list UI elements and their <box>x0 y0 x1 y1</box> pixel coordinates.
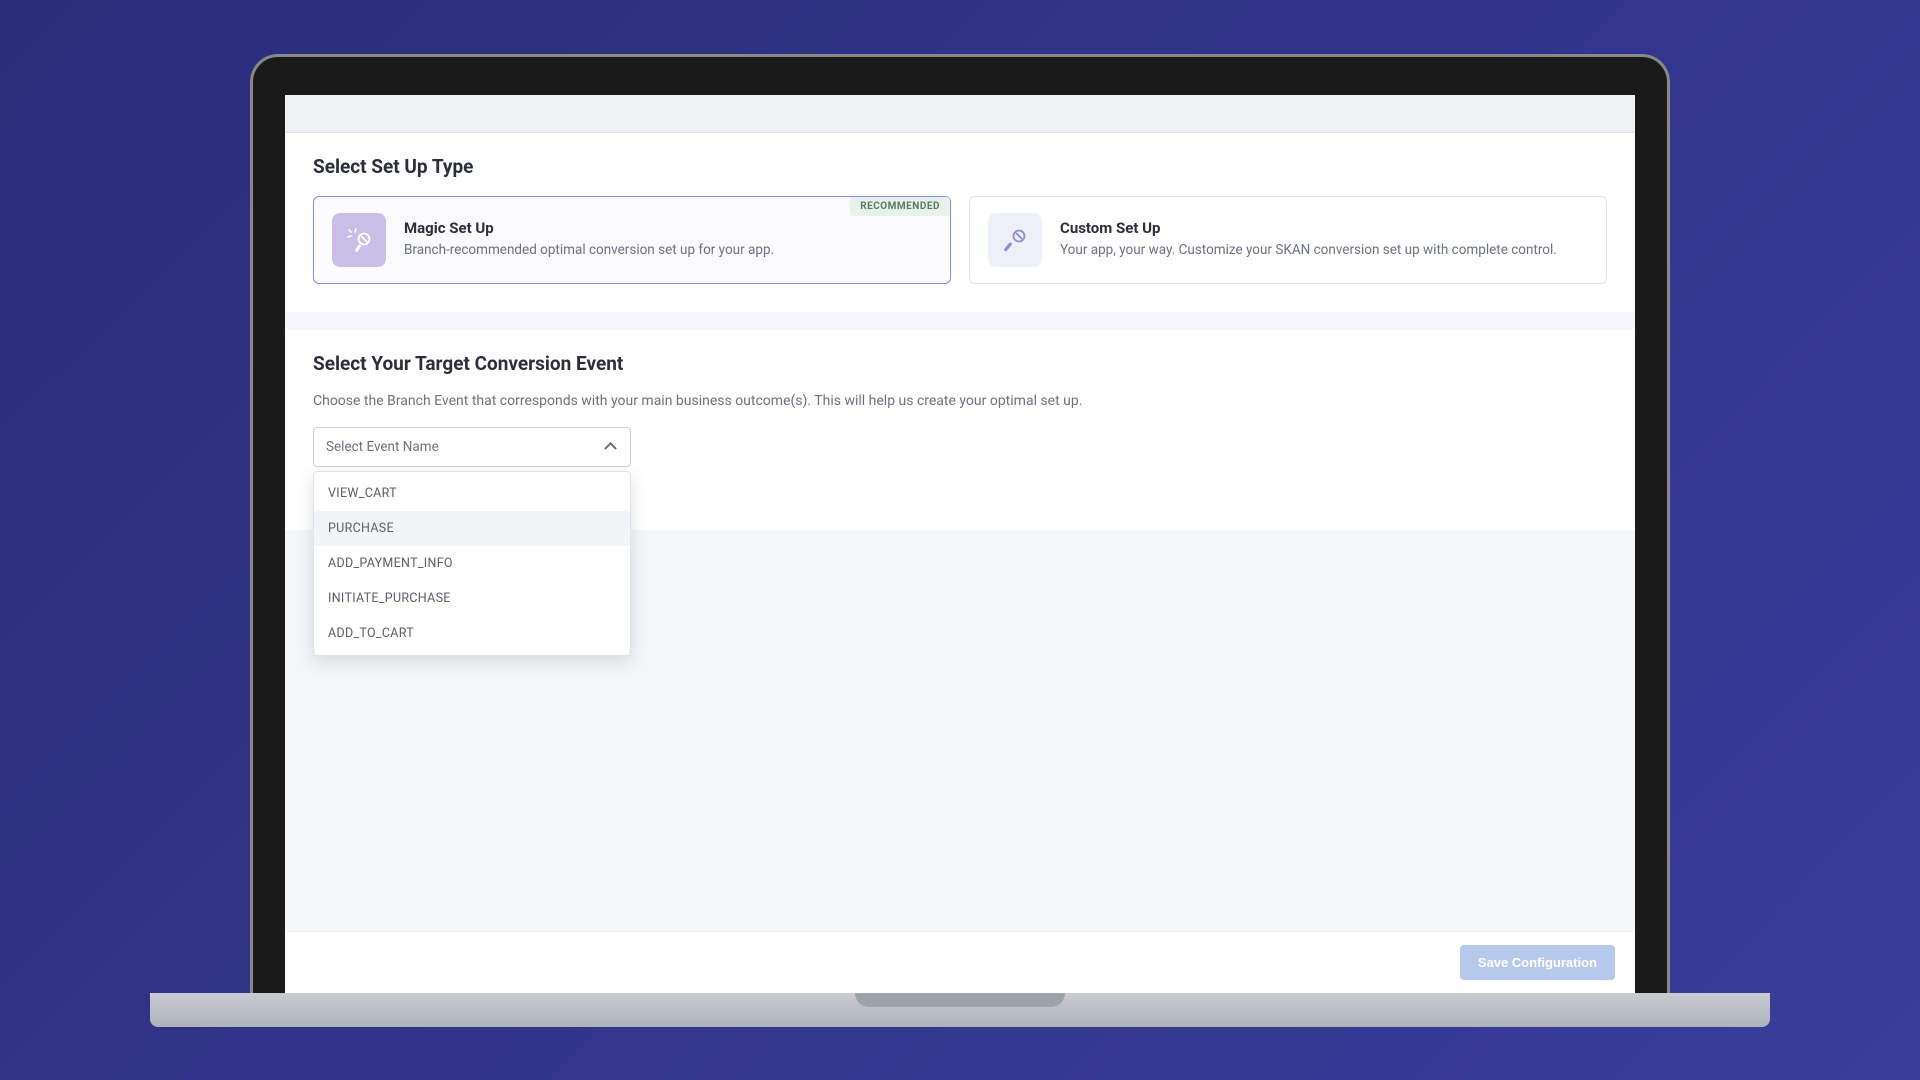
conversion-event-sub: Choose the Branch Event that corresponds… <box>313 393 1607 409</box>
dropdown-option-add-payment-info[interactable]: ADD_PAYMENT_INFO <box>314 546 630 581</box>
wrench-icon <box>988 213 1042 267</box>
setup-type-title: Select Set Up Type <box>313 155 1607 178</box>
magic-setup-title: Magic Set Up <box>404 219 932 237</box>
magic-setup-card[interactable]: RECOMMENDED Magic Set Up <box>313 196 951 284</box>
top-bar <box>285 95 1635 133</box>
conversion-event-title: Select Your Target Conversion Event <box>313 352 1607 375</box>
footer-bar: Save Configuration <box>285 931 1635 993</box>
chevron-up-icon <box>606 441 618 453</box>
dropdown-option-initiate-purchase[interactable]: INITIATE_PURCHASE <box>314 581 630 616</box>
recommended-badge: RECOMMENDED <box>850 197 950 216</box>
custom-setup-title: Custom Set Up <box>1060 219 1588 237</box>
magic-wand-icon <box>332 213 386 267</box>
custom-setup-card[interactable]: Custom Set Up Your app, your way. Custom… <box>969 196 1607 284</box>
dropdown-option-purchase[interactable]: PURCHASE <box>314 511 630 546</box>
save-configuration-button[interactable]: Save Configuration <box>1460 945 1615 980</box>
laptop-base <box>150 993 1770 1027</box>
setup-type-section: Select Set Up Type RECOMMENDED <box>285 133 1635 312</box>
conversion-event-section: Select Your Target Conversion Event Choo… <box>285 330 1635 530</box>
dropdown-option-add-to-cart[interactable]: ADD_TO_CART <box>314 616 630 651</box>
magic-setup-desc: Branch-recommended optimal conversion se… <box>404 241 932 260</box>
custom-setup-desc: Your app, your way. Customize your SKAN … <box>1060 241 1588 260</box>
event-name-dropdown: VIEW_CART PURCHASE ADD_PAYMENT_INFO INIT… <box>313 471 631 656</box>
dropdown-option-view-cart[interactable]: VIEW_CART <box>314 476 630 511</box>
event-name-select[interactable]: Select Event Name <box>313 427 631 467</box>
event-name-placeholder: Select Event Name <box>326 439 439 455</box>
